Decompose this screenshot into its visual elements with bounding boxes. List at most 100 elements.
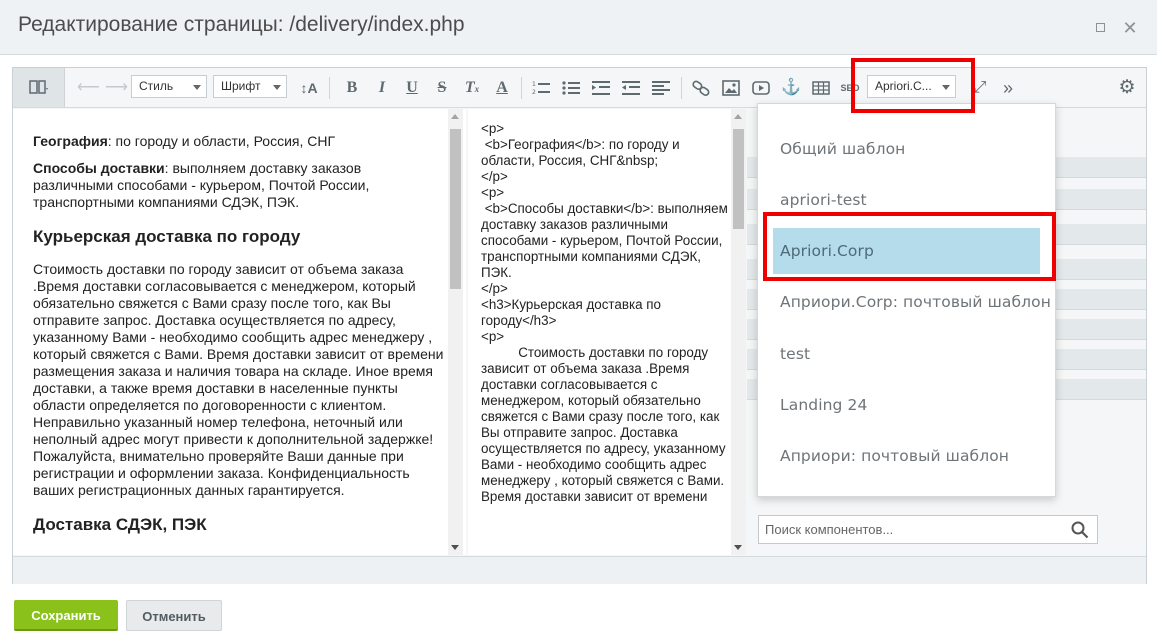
- view-mode-button[interactable]: [13, 68, 65, 107]
- svg-text:1: 1: [532, 81, 536, 88]
- bullet-list-icon: [562, 81, 580, 95]
- style-select-value: Стиль: [139, 79, 174, 93]
- wysiwyg-pane[interactable]: География: по городу и области, Россия, …: [13, 109, 466, 555]
- italic-icon: I: [378, 79, 386, 96]
- outdent-icon: [622, 81, 640, 95]
- scrollbar-thumb[interactable]: [733, 129, 744, 229]
- scroll-up-icon[interactable]: [734, 114, 742, 119]
- cancel-button[interactable]: Отменить: [126, 600, 222, 631]
- template-option[interactable]: test: [758, 331, 1055, 377]
- template-select[interactable]: Apriori.C...: [867, 75, 956, 98]
- toolbar-divider: [521, 77, 522, 99]
- bullet-list-button[interactable]: [559, 77, 583, 99]
- paragraph: Способы доставки: выполняем доставку зак…: [33, 160, 445, 211]
- dialog-titlebar: Редактирование страницы: /delivery/index…: [0, 0, 1157, 55]
- svg-text:2: 2: [532, 89, 536, 96]
- template-select-value: Apriori.C...: [875, 79, 932, 93]
- link-icon: [692, 80, 710, 96]
- indent-button[interactable]: [589, 77, 613, 99]
- seo-icon: SEO: [840, 83, 860, 93]
- bold-button[interactable]: B: [341, 77, 363, 99]
- code-scrollbar[interactable]: [731, 109, 746, 555]
- html-source[interactable]: <p> <b>География</b>: по городу и област…: [481, 121, 731, 505]
- template-option[interactable]: apriori-test: [758, 177, 1055, 223]
- toolbar-divider: [681, 77, 682, 99]
- bold-icon: B: [346, 79, 358, 96]
- paragraph: Стоимость доставки по городу зависит от …: [33, 261, 444, 498]
- close-button[interactable]: ✕: [1120, 18, 1140, 38]
- paragraph-text: : по городу и области, Россия, СНГ: [107, 133, 336, 149]
- split-view-icon: [29, 80, 48, 94]
- scroll-down-icon[interactable]: [451, 545, 459, 550]
- bold-text: География: [33, 133, 108, 149]
- indent-icon: [592, 81, 610, 95]
- heading: Доставка СДЭК, ПЭК: [33, 515, 207, 534]
- table-icon: [812, 81, 830, 95]
- settings-button[interactable]: ⚙: [1115, 77, 1139, 99]
- anchor-button[interactable]: ⚓: [779, 77, 803, 99]
- template-option-selected[interactable]: Apriori.Corp: [773, 228, 1040, 274]
- search-icon: [1071, 521, 1089, 539]
- more-button[interactable]: »: [997, 77, 1019, 99]
- video-icon: [752, 81, 770, 95]
- redo-button[interactable]: ⟶: [105, 77, 128, 99]
- style-select[interactable]: Стиль: [131, 75, 207, 98]
- close-icon: ✕: [1122, 18, 1138, 38]
- video-button[interactable]: [749, 77, 773, 99]
- anchor-icon: ⚓: [781, 79, 801, 96]
- underline-button[interactable]: U: [401, 77, 423, 99]
- align-button[interactable]: [649, 77, 673, 99]
- redo-icon: ⟶: [105, 79, 128, 96]
- template-option[interactable]: Априори.Corp: почтовый шаблон: [758, 279, 1055, 325]
- search-placeholder: Поиск компонентов...: [765, 522, 894, 537]
- image-button[interactable]: [719, 77, 743, 99]
- gear-icon: ⚙: [1118, 77, 1136, 98]
- undo-icon: ⟵: [77, 79, 100, 96]
- chevron-down-icon: [273, 85, 281, 90]
- undo-button[interactable]: ⟵: [77, 77, 100, 99]
- template-option[interactable]: Априори: почтовый шаблон: [758, 433, 1055, 479]
- ordered-list-icon: 12: [532, 81, 550, 96]
- component-search-input[interactable]: Поиск компонентов...: [758, 515, 1098, 544]
- maximize-icon: [1095, 23, 1105, 32]
- text-color-icon: A: [496, 79, 508, 96]
- template-option[interactable]: Общий шаблон: [758, 126, 1055, 172]
- image-icon: [722, 80, 740, 96]
- ordered-list-button[interactable]: 12: [529, 77, 553, 99]
- chevron-down-icon: [193, 85, 201, 90]
- scroll-down-icon[interactable]: [734, 545, 742, 550]
- font-select-value: Шрифт: [221, 79, 261, 93]
- outdent-button[interactable]: [619, 77, 643, 99]
- scroll-up-icon[interactable]: [451, 114, 459, 119]
- link-button[interactable]: [689, 77, 713, 99]
- maximize-button[interactable]: [1090, 18, 1110, 38]
- bold-text: Способы доставки: [33, 160, 165, 176]
- table-button[interactable]: [809, 77, 833, 99]
- editor-statusbar: [13, 556, 1146, 584]
- fullscreen-button[interactable]: ⤢: [969, 77, 991, 99]
- underline-icon: U: [406, 79, 418, 96]
- template-option[interactable]: Landing 24: [758, 382, 1055, 428]
- remove-format-button[interactable]: Tx: [461, 77, 483, 99]
- font-select[interactable]: Шрифт: [213, 75, 287, 98]
- paragraph: География: по городу и области, Россия, …: [33, 133, 445, 150]
- text-color-button[interactable]: A: [491, 77, 513, 99]
- chevron-down-icon: [942, 85, 950, 90]
- wysiwyg-scrollbar[interactable]: [448, 109, 463, 555]
- toolbar-divider: [329, 77, 330, 99]
- save-button[interactable]: Сохранить: [14, 600, 118, 631]
- seo-button[interactable]: SEO: [839, 77, 861, 99]
- font-size-button[interactable]: ↕A: [297, 77, 321, 99]
- heading: Курьерская доставка по городу: [33, 227, 301, 246]
- strikethrough-icon: S: [437, 79, 447, 96]
- dialog-title: Редактирование страницы: /delivery/index…: [18, 13, 465, 36]
- template-dropdown: Общий шаблон apriori-test Apriori.Corp А…: [757, 103, 1056, 497]
- wysiwyg-content[interactable]: География: по городу и области, Россия, …: [33, 133, 445, 549]
- italic-button[interactable]: I: [371, 77, 393, 99]
- code-pane[interactable]: <p> <b>География</b>: по городу и област…: [468, 109, 746, 555]
- align-left-icon: [652, 81, 670, 95]
- remove-format-icon: Tx: [464, 79, 480, 96]
- scrollbar-thumb[interactable]: [450, 129, 461, 289]
- font-size-icon: ↕A: [300, 80, 318, 96]
- strikethrough-button[interactable]: S: [431, 77, 453, 99]
